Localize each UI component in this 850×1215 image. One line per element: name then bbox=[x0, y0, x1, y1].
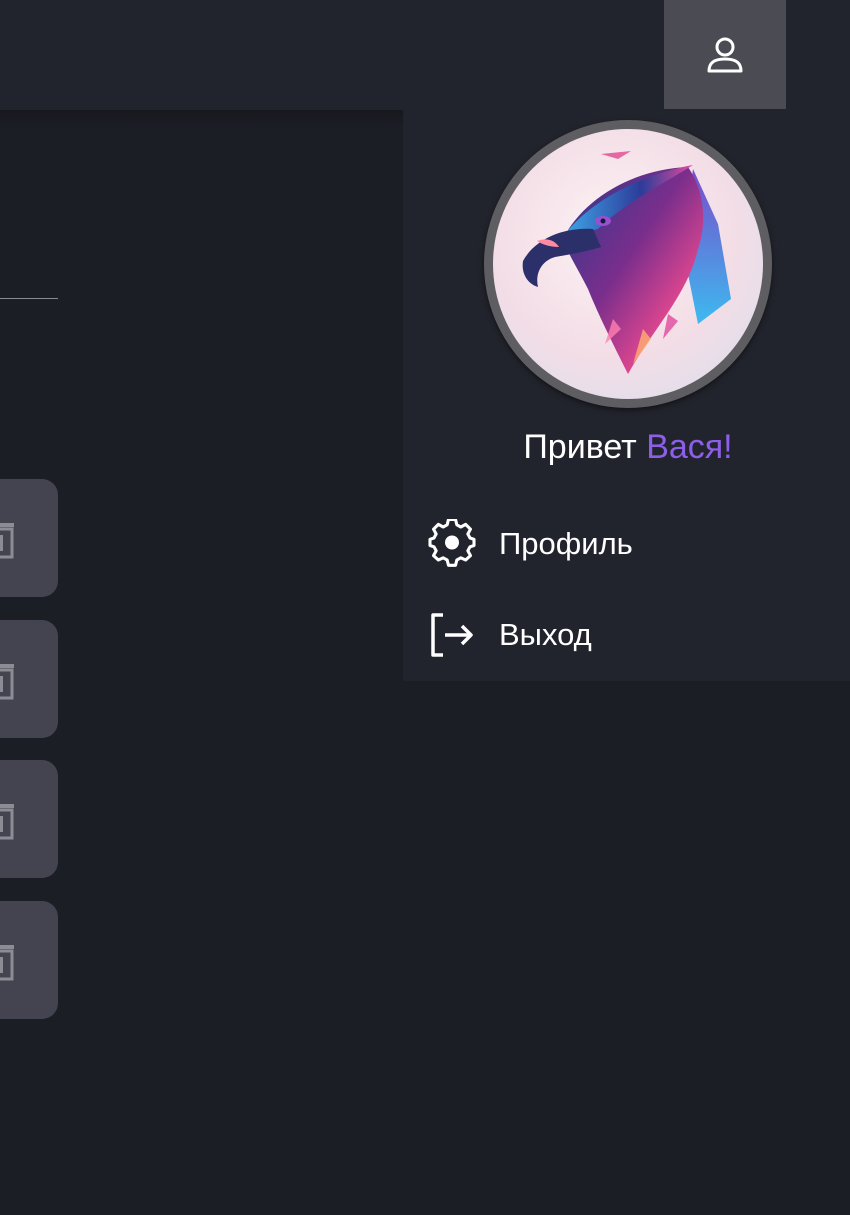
menu-item-logout[interactable]: Выход bbox=[427, 600, 827, 670]
avatar-image bbox=[493, 129, 763, 399]
menu-item-profile-label: Профиль bbox=[499, 526, 633, 561]
header-shadow bbox=[0, 110, 403, 130]
trash-icon[interactable] bbox=[0, 519, 16, 559]
menu-item-logout-label: Выход bbox=[499, 617, 592, 652]
divider bbox=[0, 298, 58, 299]
avatar[interactable] bbox=[484, 120, 772, 408]
list-item[interactable] bbox=[0, 901, 58, 1019]
eagle-image bbox=[522, 151, 731, 374]
list-item[interactable] bbox=[0, 760, 58, 878]
logout-icon bbox=[427, 610, 477, 660]
user-icon bbox=[707, 37, 743, 72]
menu-item-profile[interactable]: Профиль bbox=[427, 509, 827, 579]
greeting: Привет Вася! bbox=[403, 428, 850, 467]
top-bar bbox=[0, 0, 850, 110]
greeting-prefix: Привет bbox=[523, 428, 637, 466]
user-dropdown-menu: Привет Вася! Профиль Выход bbox=[403, 110, 850, 681]
trash-icon[interactable] bbox=[0, 660, 16, 700]
user-menu-button[interactable] bbox=[664, 0, 786, 109]
list-item[interactable] bbox=[0, 479, 58, 597]
main-content bbox=[0, 110, 403, 1215]
gear-icon bbox=[427, 519, 477, 569]
list-item[interactable] bbox=[0, 620, 58, 738]
trash-icon[interactable] bbox=[0, 800, 16, 840]
user-name: Вася! bbox=[646, 428, 733, 466]
trash-icon[interactable] bbox=[0, 941, 16, 981]
